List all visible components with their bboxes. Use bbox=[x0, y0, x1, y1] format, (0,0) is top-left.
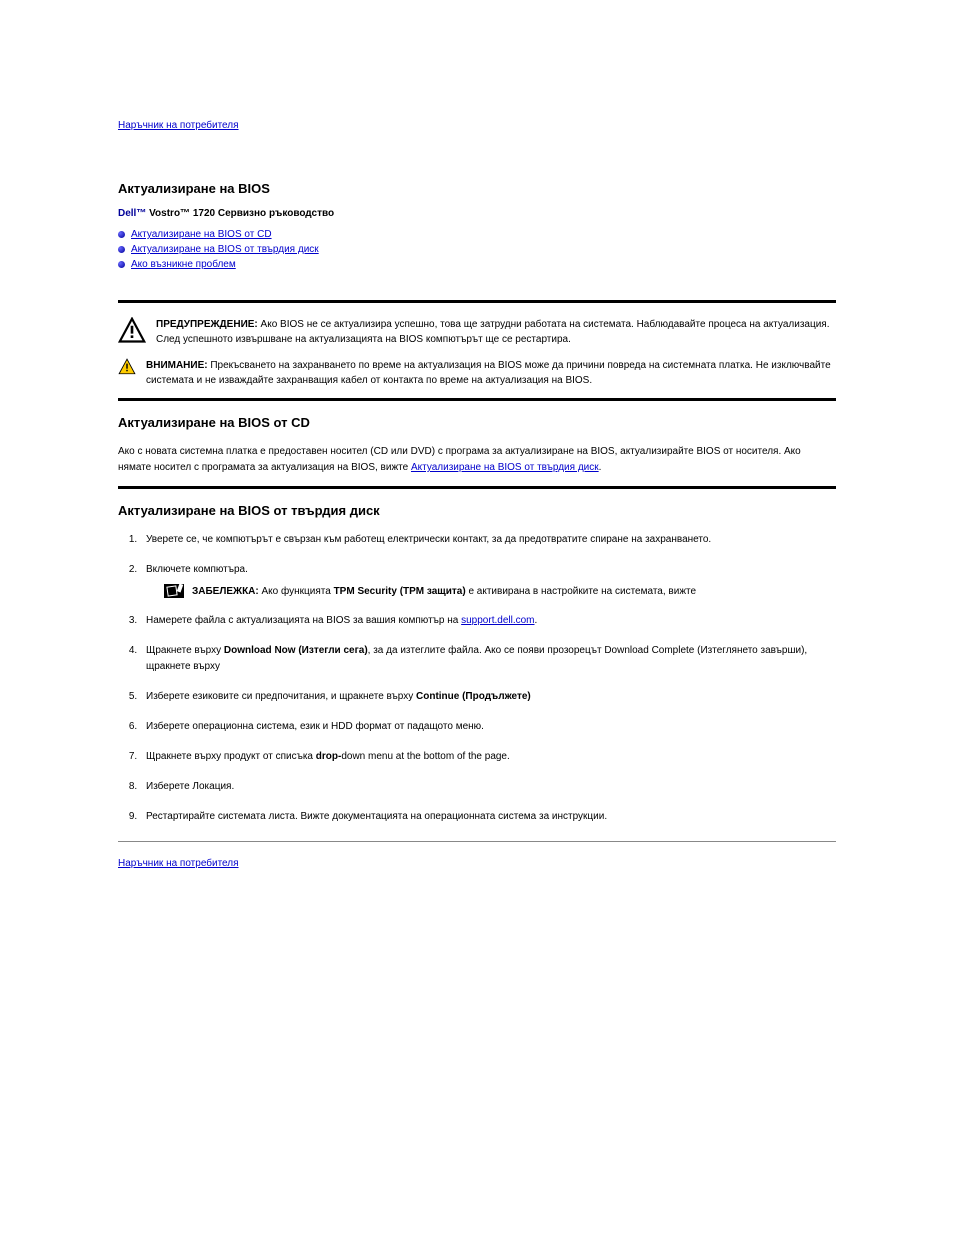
caution-icon bbox=[118, 358, 136, 379]
divider bbox=[118, 398, 836, 401]
note-text: ЗАБЕЛЕЖКА: Ако функцията TPM Security (T… bbox=[192, 584, 696, 599]
toc-item-3: Ако възникне проблем bbox=[118, 259, 836, 270]
divider bbox=[118, 486, 836, 489]
step-6: Изберете операционна система, език и HDD… bbox=[140, 719, 836, 735]
step-6-text: Изберете операционна система, език и HDD… bbox=[146, 721, 484, 732]
toc-link-2[interactable]: Актуализиране на BIOS от твърдия диск bbox=[131, 244, 319, 255]
step-3-post: . bbox=[535, 615, 538, 626]
note-body-1: Ако функцията bbox=[259, 586, 334, 597]
bullet-icon bbox=[118, 246, 125, 253]
support-link[interactable]: support.dell.com bbox=[461, 615, 534, 626]
toc-list: Актуализиране на BIOS от CD Актуализиран… bbox=[118, 229, 836, 270]
brand-mark: Dell™ bbox=[118, 208, 146, 219]
note-callout: ЗАБЕЛЕЖКА: Ако функцията TPM Security (T… bbox=[164, 584, 836, 599]
step-1: Уверете се, че компютърът е свързан към … bbox=[140, 532, 836, 548]
caution-lead: ВНИМАНИЕ: bbox=[146, 360, 208, 371]
toc-item-1: Актуализиране на BIOS от CD bbox=[118, 229, 836, 240]
step-3: Намерете файла с актуализацията на BIOS … bbox=[140, 613, 836, 629]
warning-icon bbox=[118, 317, 146, 348]
divider bbox=[118, 300, 836, 303]
thin-divider bbox=[118, 841, 836, 842]
step-9-pre: Рестартирайте системата bbox=[146, 811, 269, 822]
back-link-bottom[interactable]: Наръчник на потребителя bbox=[118, 858, 239, 869]
step-2-text: Включете компютъра. bbox=[146, 564, 248, 575]
step-7-bold: drop- bbox=[316, 751, 342, 762]
toc-link-1[interactable]: Актуализиране на BIOS от CD bbox=[131, 229, 272, 240]
toc-link-3[interactable]: Ако възникне проблем bbox=[131, 259, 236, 270]
section-heading-hdd: Актуализиране на BIOS от твърдия диск bbox=[118, 503, 836, 518]
warning-text: ПРЕДУПРЕЖДЕНИЕ: Ако BIOS не се актуализи… bbox=[156, 317, 836, 347]
warning-lead: ПРЕДУПРЕЖДЕНИЕ: bbox=[156, 319, 258, 330]
step-4-bold: Download Now (Изтегли сега) bbox=[224, 645, 368, 656]
steps-list: Уверете се, че компютърът е свързан към … bbox=[118, 532, 836, 825]
subtitle: Dell™ Vostro™ 1720 Сервизно ръководство bbox=[118, 208, 836, 219]
back-link-top[interactable]: Наръчник на потребителя bbox=[118, 120, 836, 131]
step-8-text: Изберете Локация. bbox=[146, 781, 234, 792]
step-7-post: down menu at the bottom of the page. bbox=[341, 751, 509, 762]
note-icon bbox=[164, 584, 184, 598]
caution-callout: ВНИМАНИЕ: Прекъсването на захранването п… bbox=[118, 358, 836, 388]
cd-paragraph: Ако с новата системна платка е предостав… bbox=[118, 444, 836, 476]
note-lead: ЗАБЕЛЕЖКА: bbox=[192, 586, 259, 597]
step-5-text: Изберете езиковите си предпочитания, и щ… bbox=[146, 691, 416, 702]
step-2: Включете компютъра. ЗАБЕЛЕЖКА: Ако функц… bbox=[140, 562, 836, 599]
cd-text-post: . bbox=[599, 462, 602, 473]
caution-text: ВНИМАНИЕ: Прекъсването на захранването п… bbox=[146, 358, 836, 388]
note-bold: TPM Security (TPM защита) bbox=[334, 586, 466, 597]
step-7: Щракнете върху продукт от списъка drop-d… bbox=[140, 749, 836, 765]
bullet-icon bbox=[118, 261, 125, 268]
step-9: Рестартирайте системата листа. Вижте док… bbox=[140, 809, 836, 825]
step-5-bold: Continue (Продължете) bbox=[416, 691, 531, 702]
subtitle-text: Vostro™ 1720 Сервизно ръководство bbox=[149, 208, 334, 219]
note-body-2: е активирана в настройките на системата,… bbox=[466, 586, 696, 597]
step-1-text: Уверете се, че компютърът е свързан към … bbox=[146, 534, 711, 545]
step-7-pre: Щракнете върху продукт от списъка bbox=[146, 751, 316, 762]
step-8: Изберете Локация. bbox=[140, 779, 836, 795]
cd-inline-link[interactable]: Актуализиране на BIOS от твърдия диск bbox=[411, 462, 599, 473]
step-5: Изберете езиковите си предпочитания, и щ… bbox=[140, 689, 836, 705]
step-9-post: листа. Вижте документацията на операцион… bbox=[269, 811, 608, 822]
step-4-pre: Щракнете върху bbox=[146, 645, 224, 656]
warning-body: Ако BIOS не се актуализира успешно, това… bbox=[156, 319, 830, 345]
step-4: Щракнете върху Download Now (Изтегли сег… bbox=[140, 643, 836, 675]
bullet-icon bbox=[118, 231, 125, 238]
page-title: Актуализиране на BIOS bbox=[118, 181, 836, 196]
caution-body: Прекъсването на захранването по време на… bbox=[146, 360, 831, 386]
step-3-pre: Намерете файла с актуализацията на BIOS … bbox=[146, 615, 461, 626]
warning-callout: ПРЕДУПРЕЖДЕНИЕ: Ако BIOS не се актуализи… bbox=[118, 317, 836, 348]
toc-item-2: Актуализиране на BIOS от твърдия диск bbox=[118, 244, 836, 255]
section-heading-cd: Актуализиране на BIOS от CD bbox=[118, 415, 836, 430]
